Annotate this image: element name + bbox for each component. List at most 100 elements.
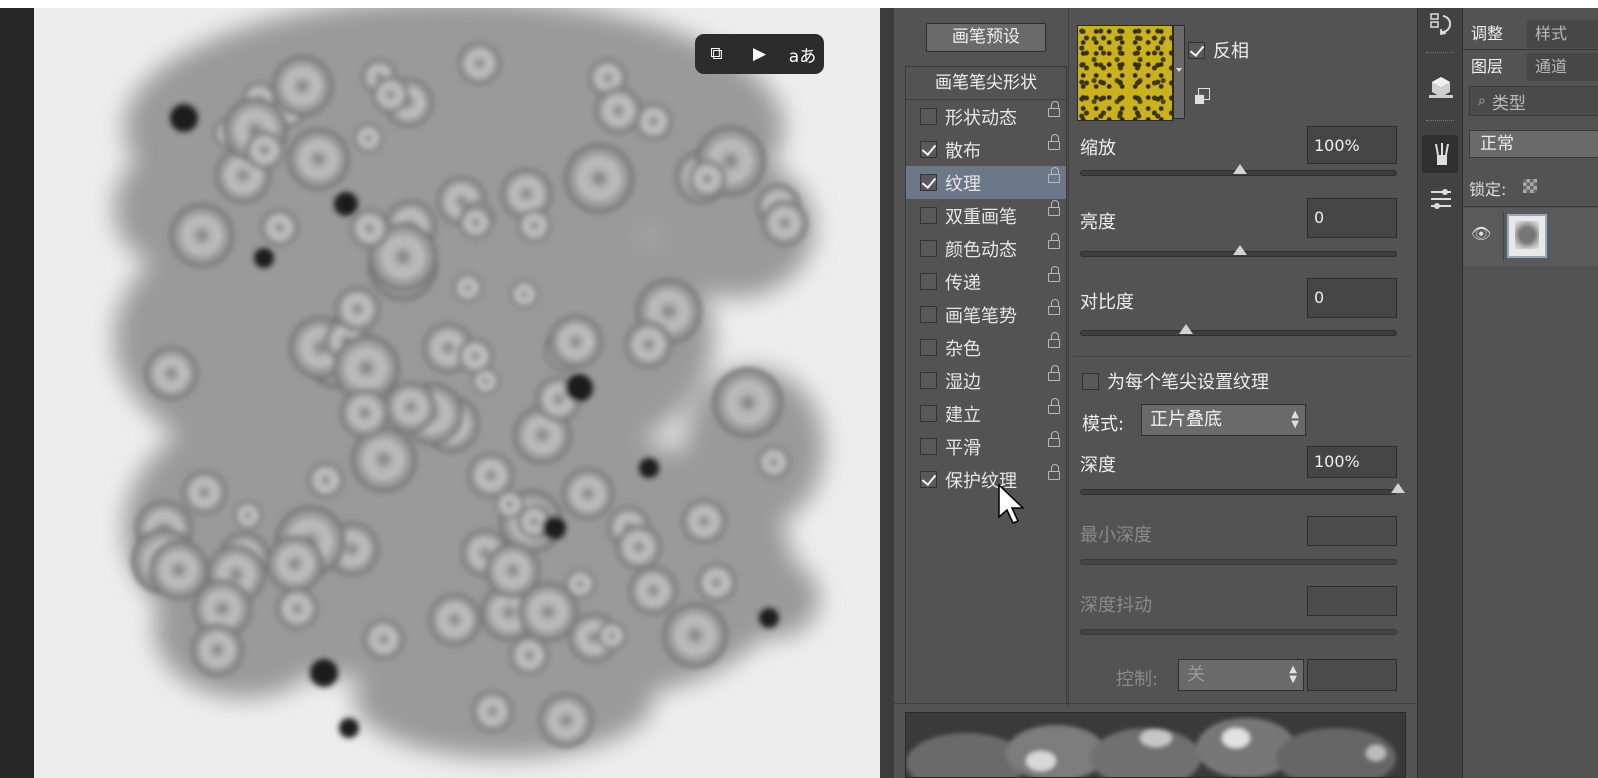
layer-row[interactable]: 👁 [1463, 208, 1598, 266]
blend-mode-select[interactable]: 正常 [1469, 130, 1598, 158]
depth-jitter-label: 深度抖动 [1080, 595, 1152, 616]
lock-icon[interactable] [1048, 398, 1060, 414]
lock-icon[interactable] [1048, 431, 1060, 447]
brush-option-checkbox[interactable] [920, 240, 937, 257]
lock-icon[interactable] [1048, 233, 1060, 249]
tab-layers[interactable]: 图层 [1463, 53, 1525, 81]
texture-pattern-swatch[interactable] [1077, 25, 1173, 121]
brush-option-row[interactable]: 平滑 [906, 430, 1066, 463]
flower [484, 542, 541, 599]
3d-cube-icon[interactable] [1428, 74, 1454, 100]
video-sparkle-icon[interactable]: ▶ [745, 44, 775, 64]
flower [615, 524, 662, 570]
flower [509, 279, 539, 309]
scale-slider-thumb[interactable] [1232, 164, 1247, 174]
brush-settings-icon[interactable] [1428, 186, 1454, 212]
document-canvas[interactable]: ⧉ ▶ aあ [34, 8, 880, 778]
per-tip-texture-option[interactable]: 为每个笔尖设置纹理 [1082, 368, 1269, 394]
brush-option-checkbox[interactable] [920, 339, 937, 356]
flower [181, 469, 227, 516]
lock-transparent-icon[interactable] [1523, 179, 1537, 193]
per-tip-texture-checkbox[interactable] [1082, 372, 1099, 390]
brush-option-checkbox[interactable] [920, 207, 937, 224]
brush-option-row[interactable]: 建立 [906, 397, 1066, 430]
flower [457, 338, 494, 375]
lock-icon[interactable] [1048, 101, 1060, 117]
brush-option-label: 双重画笔 [945, 206, 1017, 228]
brush-option-checkbox[interactable] [920, 471, 937, 488]
brush-option-row[interactable]: 散布 [906, 133, 1066, 166]
brush-option-checkbox[interactable] [920, 438, 937, 455]
brightness-slider-thumb[interactable] [1232, 245, 1247, 255]
flower [307, 461, 345, 499]
depth-slider-thumb[interactable] [1391, 483, 1405, 493]
brush-tip-shape-header[interactable]: 画笔笔尖形状 [906, 67, 1066, 100]
flower [538, 692, 594, 748]
brush-option-row[interactable]: 颜色动态 [906, 232, 1066, 265]
picture-in-picture-icon[interactable]: ⧉ [702, 44, 732, 64]
texture-picker-dropdown[interactable] [1173, 25, 1185, 119]
lock-icon[interactable] [1048, 332, 1060, 348]
lock-icon[interactable] [1048, 167, 1060, 183]
invert-checkbox[interactable] [1188, 41, 1205, 59]
flower [597, 621, 627, 651]
brush-option-checkbox[interactable] [920, 306, 937, 323]
brush-option-checkbox[interactable] [920, 108, 937, 125]
brush-option-row[interactable]: 杂色 [906, 331, 1066, 364]
lock-icon[interactable] [1048, 299, 1060, 315]
scale-slider[interactable] [1080, 164, 1397, 176]
depth-field[interactable]: 100% [1307, 446, 1397, 478]
panel-edge [880, 8, 894, 778]
lock-icon[interactable] [1048, 266, 1060, 282]
depth-jitter-field [1307, 586, 1397, 616]
flower [453, 272, 483, 303]
brush-option-label: 建立 [945, 404, 981, 426]
brush-option-list: 画笔笔尖形状 形状动态散布纹理双重画笔颜色动态 传递 画笔笔势 杂色 湿边建立平滑 保护纹… [905, 66, 1067, 704]
brush-preset-button[interactable]: 画笔预设 [926, 23, 1046, 52]
brush-option-checkbox[interactable] [920, 174, 937, 191]
contrast-slider-thumb[interactable] [1178, 324, 1193, 334]
brush-option-checkbox[interactable] [920, 372, 937, 389]
scale-label: 缩放 [1080, 138, 1116, 159]
tab-styles[interactable]: 样式 [1527, 20, 1598, 48]
history-icon[interactable] [1428, 12, 1454, 38]
brush-option-row[interactable]: 传递 [906, 265, 1066, 298]
min-depth-label: 最小深度 [1080, 525, 1152, 546]
brush-option-row[interactable]: 纹理 [906, 166, 1066, 199]
brightness-slider[interactable] [1080, 245, 1397, 257]
lock-icon[interactable] [1048, 464, 1060, 480]
brush-option-row[interactable]: 保护纹理 [906, 463, 1066, 496]
brush-option-checkbox[interactable] [920, 273, 937, 290]
tab-channels[interactable]: 通道 [1527, 53, 1598, 81]
tab-adjustments[interactable]: 调整 [1463, 20, 1525, 48]
lock-icon[interactable] [1048, 365, 1060, 381]
brush-option-row[interactable]: 湿边 [906, 364, 1066, 397]
brush-option-label: 形状动态 [945, 107, 1017, 129]
layer-filter-box[interactable]: ⌕ 类型 [1469, 86, 1598, 116]
brush-option-row[interactable]: 形状动态 [906, 100, 1066, 133]
contrast-label: 对比度 [1080, 292, 1134, 313]
brush-option-row[interactable]: 双重画笔 [906, 199, 1066, 232]
flower [371, 75, 410, 114]
visibility-eye-icon[interactable]: 👁 [1471, 224, 1491, 243]
translate-icon[interactable]: aあ [788, 42, 818, 67]
brush-option-checkbox[interactable] [920, 405, 937, 422]
invert-option[interactable]: 反相 [1188, 37, 1249, 63]
contrast-slider[interactable] [1080, 324, 1397, 336]
lock-icon[interactable] [1048, 134, 1060, 150]
mode-select[interactable]: 正片叠底 ▲ ▼ [1141, 404, 1306, 436]
brush-option-checkbox[interactable] [920, 141, 937, 158]
contrast-field[interactable]: 0 [1307, 278, 1397, 318]
layer-thumbnail-art [1515, 221, 1539, 249]
per-tip-texture-label: 为每个笔尖设置纹理 [1107, 372, 1269, 393]
brush-icon[interactable] [1429, 141, 1455, 167]
control-select: 关 ▲ ▼ [1178, 659, 1304, 691]
brightness-field[interactable]: 0 [1307, 198, 1397, 238]
brush-option-label: 纹理 [945, 173, 981, 195]
layer-thumbnail [1507, 214, 1547, 258]
flower [712, 367, 783, 438]
depth-slider[interactable] [1080, 483, 1405, 495]
scale-field[interactable]: 100% [1307, 126, 1397, 164]
lock-icon[interactable] [1048, 200, 1060, 216]
brush-option-row[interactable]: 画笔笔势 [906, 298, 1066, 331]
